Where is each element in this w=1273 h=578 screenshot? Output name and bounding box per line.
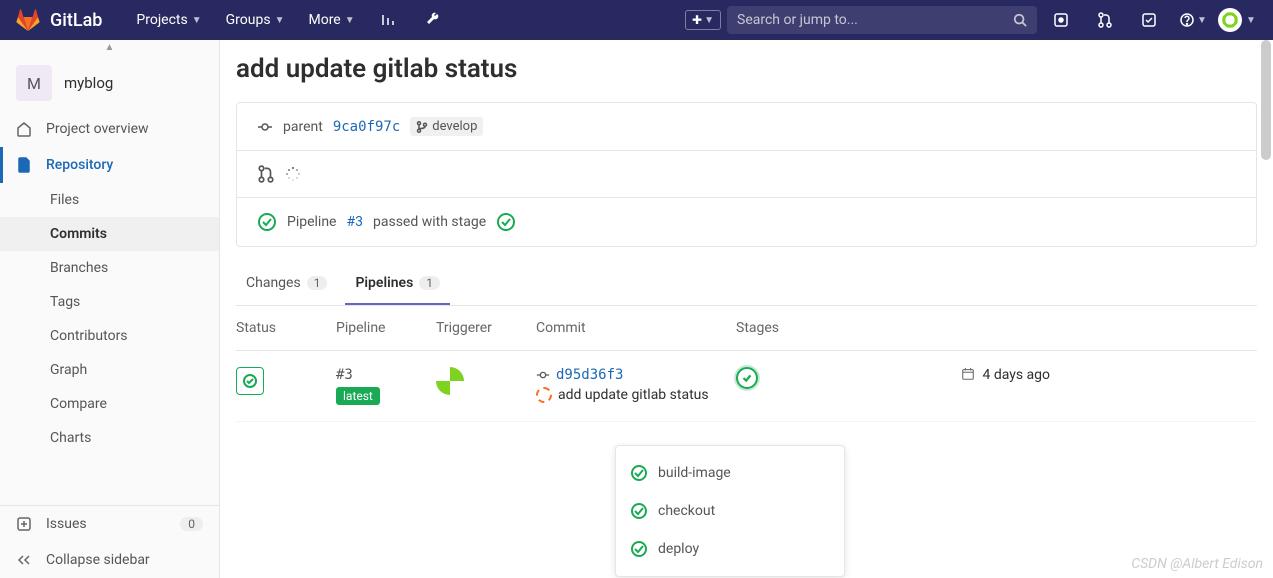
- pipeline-link[interactable]: #3: [347, 214, 364, 230]
- parent-sha-link[interactable]: 9ca0f97c: [333, 119, 400, 135]
- parent-label: parent: [283, 119, 323, 135]
- header-stages: Stages: [736, 320, 951, 336]
- commit-sha-link[interactable]: d95d36f3: [556, 367, 623, 383]
- merge-requests-icon[interactable]: [1085, 0, 1125, 40]
- commit-message: add update gitlab status: [558, 387, 709, 403]
- calendar-icon: [961, 367, 975, 381]
- pipeline-text-prefix: Pipeline: [287, 214, 337, 230]
- sidebar-item-issues[interactable]: Issues 0: [0, 506, 219, 542]
- spinner-icon: [536, 387, 552, 403]
- branch-tag[interactable]: develop: [410, 117, 483, 136]
- sidebar-item-overview[interactable]: Project overview: [0, 111, 219, 147]
- scrollbar-indicator[interactable]: [1261, 40, 1271, 160]
- commit-info-box: parent 9ca0f97c develop Pipeline #3 pass…: [236, 102, 1257, 247]
- plus-icon: ✚: [692, 13, 702, 27]
- brand-name[interactable]: GitLab: [50, 10, 102, 31]
- user-menu[interactable]: ▼: [1217, 0, 1257, 40]
- sidebar-sub-contributors[interactable]: Contributors: [0, 319, 219, 353]
- sidebar-sub-compare[interactable]: Compare: [0, 387, 219, 421]
- mr-row: [237, 150, 1256, 197]
- pipeline-text-suffix: passed with stage: [373, 214, 486, 230]
- nav-more[interactable]: More▼: [298, 0, 364, 40]
- new-dropdown[interactable]: ✚▼: [683, 0, 723, 40]
- check-circle-icon: [630, 464, 648, 482]
- pipeline-id[interactable]: #3: [336, 367, 436, 383]
- check-circle-icon: [630, 540, 648, 558]
- watermark: CSDN @Albert Edison: [1131, 556, 1263, 572]
- nav-groups[interactable]: Groups▼: [216, 0, 295, 40]
- nav-projects[interactable]: Projects▼: [126, 0, 211, 40]
- document-icon: [16, 157, 32, 173]
- loading-icon: [285, 166, 301, 182]
- header-triggerer: Triggerer: [436, 320, 536, 336]
- branch-icon: [416, 121, 428, 133]
- sidebar-sub-graph[interactable]: Graph: [0, 353, 219, 387]
- help-icon[interactable]: ▼: [1173, 0, 1213, 40]
- project-name: myblog: [64, 74, 113, 92]
- sidebar-sub-charts[interactable]: Charts: [0, 421, 219, 455]
- collapse-icon: [16, 552, 32, 568]
- project-header[interactable]: M myblog: [0, 55, 219, 111]
- tabs: Changes1 Pipelines1: [236, 263, 1257, 306]
- search-icon: [1013, 13, 1027, 27]
- pipeline-status-row: Pipeline #3 passed with stage: [237, 197, 1256, 246]
- issues-count-badge: 0: [180, 517, 203, 531]
- issues-icon: [16, 516, 32, 532]
- sidebar-sub-files[interactable]: Files: [0, 183, 219, 217]
- wrench-icon[interactable]: [413, 0, 453, 40]
- parent-row: parent 9ca0f97c develop: [237, 103, 1256, 150]
- table-header: Status Pipeline Triggerer Commit Stages: [236, 306, 1257, 351]
- home-icon: [16, 121, 32, 137]
- changes-count-badge: 1: [307, 276, 328, 290]
- stage-jobs-dropdown: build-image checkout deploy: [615, 445, 845, 577]
- pipelines-count-badge: 1: [419, 276, 440, 290]
- activity-icon[interactable]: [369, 0, 409, 40]
- sidebar-sub-branches[interactable]: Branches: [0, 251, 219, 285]
- sidebar: ▲ M myblog Project overview Repository F…: [0, 40, 220, 578]
- sidebar-item-repository[interactable]: Repository: [0, 147, 219, 183]
- issues-icon[interactable]: [1041, 0, 1081, 40]
- chevron-down-icon: ▼: [192, 15, 202, 26]
- triggerer-avatar[interactable]: [436, 367, 464, 395]
- header-commit: Commit: [536, 320, 736, 336]
- sidebar-sub-tags[interactable]: Tags: [0, 285, 219, 319]
- todos-icon[interactable]: [1129, 0, 1169, 40]
- dropdown-item-checkout[interactable]: checkout: [616, 492, 844, 530]
- user-avatar-icon: [1218, 8, 1242, 32]
- top-navigation: GitLab Projects▼ Groups▼ More▼ ✚▼ ▼ ▼: [0, 0, 1273, 40]
- chevron-down-icon: ▼: [275, 15, 285, 26]
- gitlab-logo-icon: [16, 8, 40, 32]
- check-circle-icon: [630, 502, 648, 520]
- header-pipeline: Pipeline: [336, 320, 436, 336]
- check-circle-icon: [257, 212, 277, 232]
- project-avatar: M: [16, 65, 52, 101]
- sidebar-sub-commits[interactable]: Commits: [0, 217, 219, 251]
- chevron-down-icon: ▼: [345, 15, 355, 26]
- commit-icon: [536, 368, 550, 382]
- tab-pipelines[interactable]: Pipelines1: [345, 263, 450, 305]
- stage-passed-button[interactable]: [736, 367, 758, 389]
- page-title: add update gitlab status: [236, 54, 1257, 84]
- dropdown-item-build-image[interactable]: build-image: [616, 454, 844, 492]
- status-passed-icon[interactable]: [236, 367, 264, 395]
- sidebar-collapse[interactable]: Collapse sidebar: [0, 542, 219, 578]
- main-content: add update gitlab status parent 9ca0f97c…: [220, 40, 1273, 578]
- header-status: Status: [236, 320, 336, 336]
- dropdown-item-deploy[interactable]: deploy: [616, 530, 844, 568]
- latest-tag: latest: [336, 387, 380, 405]
- search-box[interactable]: [727, 6, 1037, 34]
- merge-request-icon: [257, 165, 275, 183]
- time-ago: 4 days ago: [982, 367, 1050, 383]
- commit-icon: [257, 119, 273, 135]
- pipeline-row: #3 latest d95d36f3 add update gitlab sta…: [236, 351, 1257, 422]
- check-circle-icon: [496, 212, 516, 232]
- search-input[interactable]: [737, 12, 1005, 28]
- tab-changes[interactable]: Changes1: [236, 263, 337, 305]
- scroll-up-indicator: ▲: [0, 40, 219, 55]
